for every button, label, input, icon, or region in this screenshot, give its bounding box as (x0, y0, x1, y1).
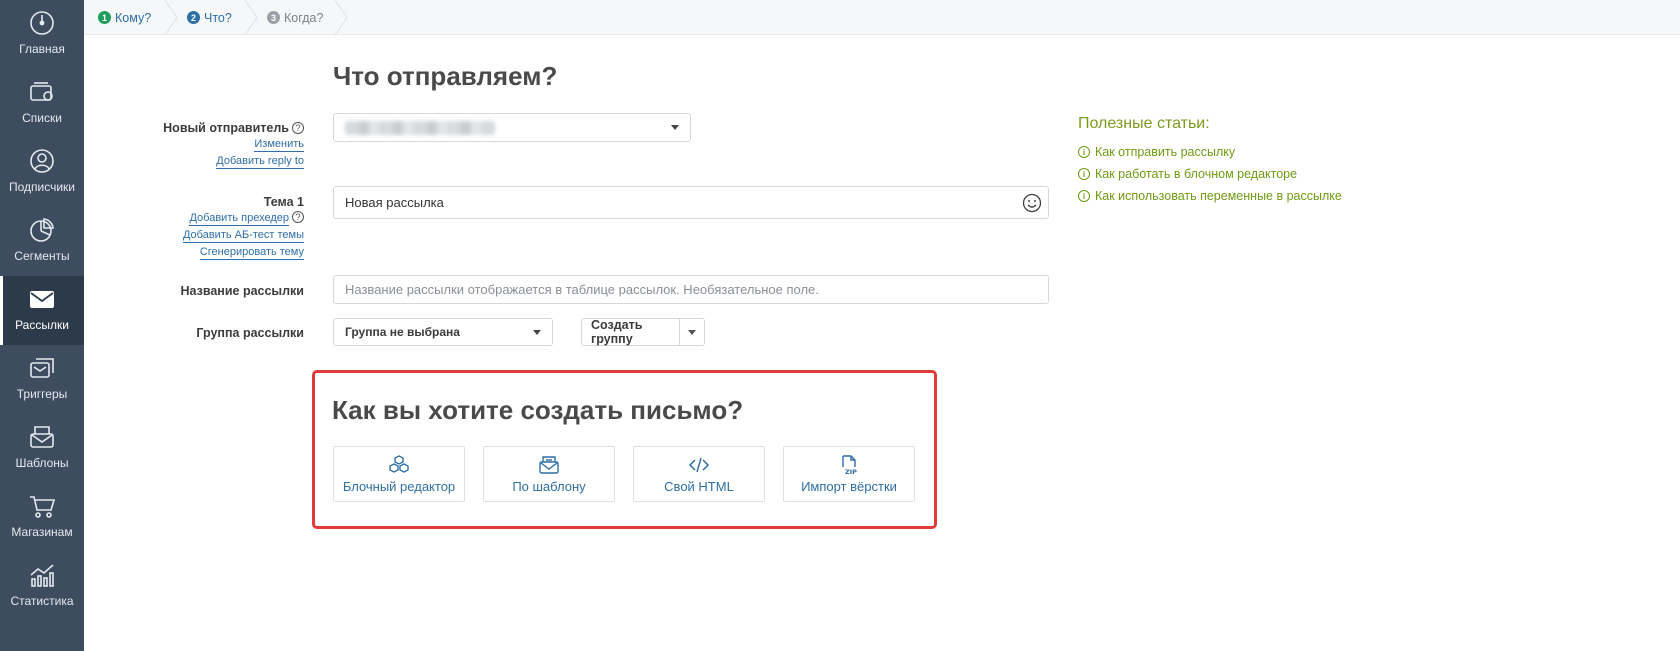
triggers-icon (30, 358, 54, 378)
step-number: 1 (98, 11, 111, 24)
import-layout-option[interactable]: ZIP Импорт вёрстки (783, 446, 915, 502)
sidebar-item-label: Магазинам (11, 525, 73, 539)
option-label: Импорт вёрстки (801, 479, 897, 494)
create-email-title: Как вы хотите создать письмо? (332, 395, 744, 425)
sidebar-item-label: Шаблоны (15, 456, 69, 470)
add-preheader-link[interactable]: Добавить прехедер (189, 212, 289, 226)
template-envelope-icon (539, 456, 559, 474)
chevron-down-icon (533, 329, 541, 335)
emoji-icon[interactable] (1022, 193, 1042, 213)
sender-select[interactable] (333, 113, 691, 142)
sidebar-item-label: Главная (19, 42, 65, 56)
group-label: Группа рассылки (196, 326, 304, 340)
option-label: Блочный редактор (342, 479, 456, 494)
article-link[interactable]: i Как работать в блочном редакторе (1078, 167, 1297, 181)
pie-chart-icon (30, 218, 54, 242)
change-sender-link[interactable]: Изменить (254, 138, 304, 152)
sidebar-item-subscribers[interactable]: Подписчики (0, 138, 84, 207)
sender-label: Новый отправитель (163, 121, 289, 135)
sidebar-item-segments[interactable]: Сегменты (0, 207, 84, 276)
info-icon: i (1078, 168, 1090, 180)
sidebar-item-lists[interactable]: Списки (0, 69, 84, 138)
add-ab-test-link[interactable]: Добавить АБ-тест темы (182, 229, 304, 243)
subject-label: Тема 1 (263, 195, 304, 209)
step-when[interactable]: 3 Когда? (267, 0, 323, 35)
user-icon (30, 149, 54, 173)
option-label: Свой HTML (664, 479, 734, 494)
help-icon[interactable]: ? (292, 211, 304, 223)
page-title: Что отправляем? (333, 61, 558, 91)
create-group-label: Создать группу (591, 318, 643, 346)
sidebar-item-stats[interactable]: Статистика (0, 552, 84, 621)
info-icon: i (1078, 190, 1090, 202)
stats-icon (30, 564, 54, 587)
step-separator-icon (244, 0, 258, 35)
sidebar-item-home[interactable]: Главная (0, 0, 84, 69)
custom-html-option[interactable]: Свой HTML (633, 446, 765, 502)
sender-label-block: Новый отправитель? Изменить Добавить rep… (163, 121, 304, 169)
lists-icon (30, 82, 53, 101)
article-label: Как работать в блочном редакторе (1095, 167, 1298, 181)
article-link[interactable]: i Как использовать переменные в рассылке (1078, 189, 1342, 203)
envelope-icon (30, 291, 54, 308)
create-group-dropdown-button[interactable] (679, 318, 705, 346)
articles-title: Полезные статьи: (1078, 115, 1210, 132)
dashboard-icon (30, 11, 54, 35)
subject-input[interactable]: Новая рассылка (333, 186, 1049, 219)
add-reply-to-link[interactable]: Добавить reply to (216, 155, 304, 169)
step-who[interactable]: 1 Кому? (98, 0, 151, 35)
help-icon[interactable]: ? (292, 122, 304, 134)
cart-icon (30, 496, 56, 518)
sidebar: Главная Списки Подписчики Сегменты Рассы… (0, 0, 84, 651)
campaign-name-label-block: Название рассылки (180, 284, 304, 298)
chevron-down-icon (688, 329, 696, 335)
templates-icon (30, 426, 54, 448)
step-number: 3 (267, 11, 280, 24)
sidebar-item-label: Рассылки (15, 318, 69, 332)
sidebar-item-label: Списки (22, 111, 62, 125)
step-label: Когда? (284, 10, 324, 25)
blocks-icon (389, 455, 409, 473)
step-label: Что? (204, 10, 232, 25)
sidebar-item-label: Триггеры (16, 387, 68, 401)
group-label-block: Группа рассылки (196, 326, 304, 340)
option-label: По шаблону (512, 479, 586, 494)
sidebar-item-label: Подписчики (8, 180, 75, 194)
sidebar-item-shops[interactable]: Магазинам (0, 483, 84, 552)
sidebar-item-triggers[interactable]: Триггеры (0, 345, 84, 414)
step-what[interactable]: 2 Что? (187, 0, 232, 35)
group-select[interactable]: Группа не выбрана (333, 318, 553, 346)
campaign-name-placeholder: Название рассылки отображается в таблице… (345, 282, 819, 297)
sidebar-item-templates[interactable]: Шаблоны (0, 414, 84, 483)
group-select-value: Группа не выбрана (345, 325, 460, 339)
subject-value: Новая рассылка (345, 195, 444, 210)
sender-value-redacted (345, 120, 495, 135)
step-separator-icon (164, 0, 178, 35)
article-label: Как отправить рассылку (1095, 145, 1236, 159)
sidebar-item-label: Сегменты (14, 249, 70, 263)
step-separator-icon (334, 0, 348, 35)
article-link[interactable]: i Как отправить рассылку (1078, 145, 1235, 159)
step-number: 2 (187, 11, 200, 24)
campaign-name-input[interactable]: Название рассылки отображается в таблице… (333, 275, 1049, 304)
sidebar-item-label: Статистика (10, 594, 74, 608)
article-label: Как использовать переменные в рассылке (1095, 189, 1342, 203)
generate-subject-link[interactable]: Сгенерировать тему (199, 246, 304, 260)
block-editor-option[interactable]: Блочный редактор (333, 446, 465, 502)
template-option[interactable]: По шаблону (483, 446, 615, 502)
sidebar-item-campaigns[interactable]: Рассылки (0, 276, 84, 345)
chevron-down-icon (671, 125, 679, 130)
zip-file-icon: ZIP (842, 455, 857, 476)
campaign-name-label: Название рассылки (180, 284, 304, 298)
info-icon: i (1078, 146, 1090, 158)
subject-label-block: Тема 1 Добавить прехедер? Добавить АБ-те… (182, 195, 304, 260)
step-label: Кому? (115, 10, 152, 25)
code-icon (688, 457, 710, 473)
svg-text:ZIP: ZIP (845, 468, 857, 476)
create-group-button[interactable]: Создать группу (581, 318, 680, 346)
